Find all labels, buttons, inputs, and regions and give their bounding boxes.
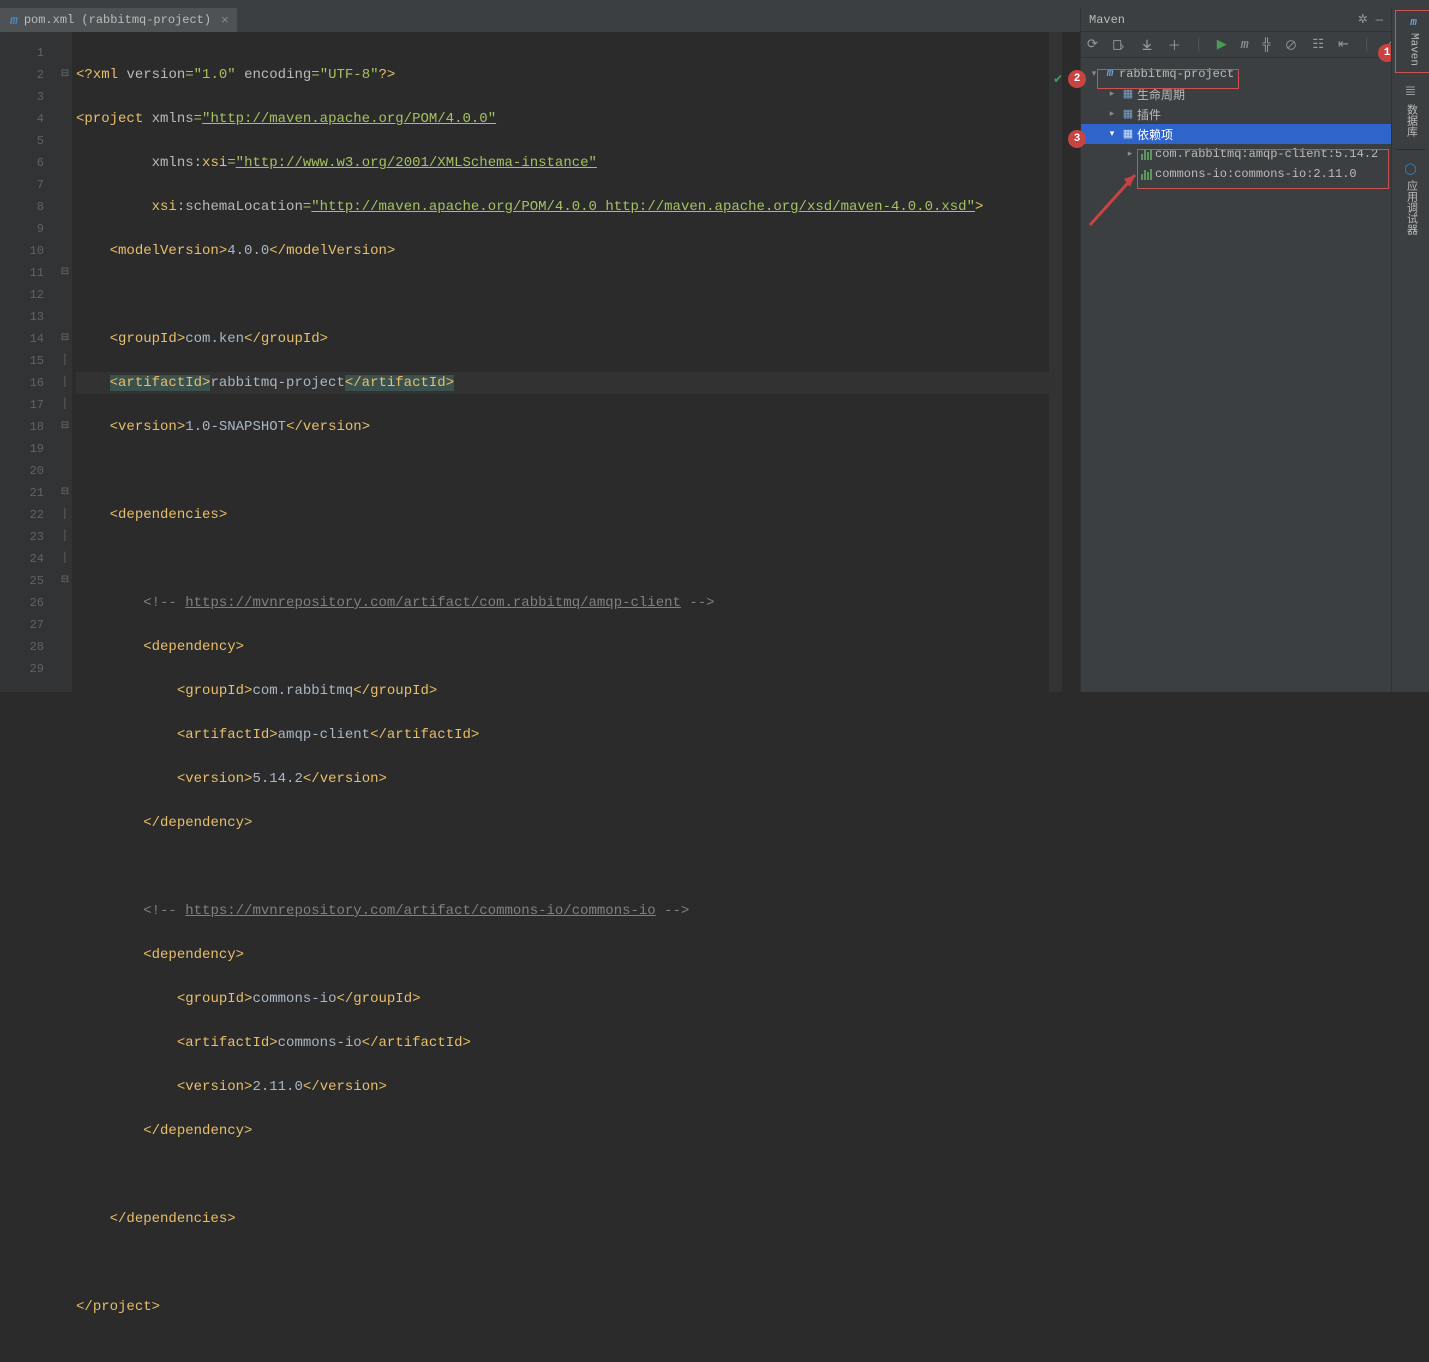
tree-dependencies[interactable]: ▾ ▦ 依赖项 (1081, 124, 1391, 144)
tool-tab-database[interactable]: ≣ 数据库 (1392, 75, 1429, 145)
library-icon (1137, 146, 1155, 162)
chevron-right-icon: ▸ (1105, 89, 1119, 99)
folder-icon: ▦ (1119, 86, 1137, 102)
tree-dep-label: com.rabbitmq:amqp-client:5.14.2 (1155, 147, 1378, 161)
tree-dep-label: commons-io:commons-io:2.11.0 (1155, 167, 1357, 181)
execute-goal-icon[interactable]: m (1241, 37, 1249, 52)
tree-lifecycle-label: 生命周期 (1137, 86, 1185, 103)
maven-tool-window: Maven ✲ — ⟳ ＋ │ ▶ m ╬ ☷ ⇤ │ ▾ m rabbitmq… (1080, 8, 1391, 692)
fold-gutter[interactable]: ⊟ ⊟ ⊟│││⊟ ⊟│││⊟ (58, 32, 72, 692)
chevron-down-icon: ▾ (1105, 129, 1119, 139)
tree-deps-label: 依赖项 (1137, 126, 1173, 143)
add-icon[interactable]: ＋ (1168, 35, 1181, 54)
download-icon[interactable] (1140, 38, 1154, 52)
generate-sources-icon[interactable] (1112, 38, 1126, 52)
maven-file-icon: m (10, 13, 18, 28)
tree-project-label: rabbitmq-project (1119, 67, 1234, 81)
maven-module-icon: m (1107, 68, 1114, 80)
editor-tab-bar: m pom.xml (rabbitmq-project) × (0, 8, 1097, 32)
code-editor[interactable]: 1234567891011121314151617181920212223242… (0, 32, 1049, 692)
tool-tab-app-label: 应用调试器 (1403, 180, 1419, 235)
tree-plugins[interactable]: ▸ ▦ 插件 (1081, 104, 1391, 124)
debugger-icon: ◯ (1404, 162, 1416, 176)
maven-toolbar: ⟳ ＋ │ ▶ m ╬ ☷ ⇤ │ (1081, 32, 1391, 58)
title-bar-fragment (0, 0, 1429, 8)
tool-tab-debugger[interactable]: ◯ 应用调试器 (1392, 154, 1429, 243)
tree-lifecycle[interactable]: ▸ ▦ 生命周期 (1081, 84, 1391, 104)
maven-title-label: Maven (1089, 13, 1125, 27)
chevron-right-icon: ▸ (1105, 109, 1119, 119)
tree-dep-item[interactable]: ▸ com.rabbitmq:amqp-client:5.14.2 (1081, 144, 1391, 164)
reload-icon[interactable]: ⟳ (1087, 37, 1098, 52)
chevron-down-icon: ▾ (1087, 69, 1101, 79)
close-icon[interactable]: × (221, 13, 229, 28)
code-area[interactable]: <?xml version="1.0" encoding="UTF-8"?> <… (72, 32, 1049, 692)
editor-right-strip: ✔ (1049, 32, 1062, 692)
database-icon: ≣ (1405, 83, 1417, 100)
maven-title-bar: Maven ✲ — (1081, 8, 1391, 32)
inspection-ok-icon[interactable]: ✔ (1053, 72, 1063, 87)
tree-plugins-label: 插件 (1137, 106, 1161, 123)
tab-label: pom.xml (rabbitmq-project) (24, 13, 211, 27)
toggle-offline-icon[interactable]: ╬ (1263, 37, 1271, 52)
tool-tab-db-label: 数据库 (1403, 104, 1419, 137)
tool-tab-maven-label: Maven (1408, 33, 1420, 66)
gear-icon[interactable]: ✲ (1358, 12, 1368, 27)
editor-tab-pom[interactable]: m pom.xml (rabbitmq-project) × (0, 8, 237, 32)
annotation-number: 2 (1068, 70, 1086, 88)
minimize-icon[interactable]: — (1376, 13, 1383, 27)
annotation-number: 3 (1068, 130, 1086, 148)
tree-project-root[interactable]: ▾ m rabbitmq-project (1081, 64, 1391, 84)
maven-icon: m (1410, 17, 1417, 29)
folder-icon: ▦ (1119, 126, 1137, 142)
folder-icon: ▦ (1119, 106, 1137, 122)
right-tool-strip: m Maven ≣ 数据库 ◯ 应用调试器 (1391, 8, 1429, 692)
line-number-gutter: 1234567891011121314151617181920212223242… (0, 32, 58, 692)
run-icon[interactable]: ▶ (1217, 37, 1227, 52)
chevron-right-icon: ▸ (1123, 149, 1137, 159)
toggle-skip-tests-icon[interactable] (1284, 38, 1298, 52)
show-deps-icon[interactable]: ☷ (1312, 37, 1324, 52)
tool-tab-maven[interactable]: m Maven (1395, 10, 1429, 73)
annotation-arrow (1080, 165, 1150, 235)
collapse-all-icon[interactable]: ⇤ (1338, 37, 1349, 52)
